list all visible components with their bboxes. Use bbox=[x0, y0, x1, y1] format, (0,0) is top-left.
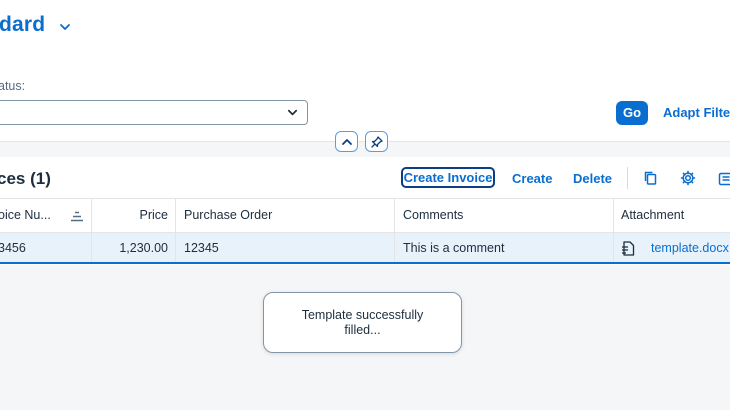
sort-icon bbox=[71, 211, 83, 222]
pin-header-button[interactable] bbox=[365, 131, 388, 152]
cell-invoice-number: 3456 bbox=[0, 241, 26, 255]
chevron-up-icon bbox=[342, 139, 352, 145]
export-icon[interactable] bbox=[718, 170, 730, 186]
cell-comments: This is a comment bbox=[403, 241, 505, 255]
toast-message: Template successfully filled... bbox=[263, 292, 462, 353]
toolbar-divider bbox=[627, 167, 628, 189]
gear-icon[interactable] bbox=[680, 170, 696, 186]
column-header-attachment[interactable]: Attachment bbox=[621, 199, 684, 233]
column-divider bbox=[175, 233, 176, 262]
column-header-invoice-number[interactable]: oice Nu... bbox=[0, 199, 51, 233]
table-title: ces (1) bbox=[0, 169, 51, 188]
column-divider bbox=[175, 199, 176, 232]
delete-button[interactable]: Delete bbox=[573, 171, 612, 186]
create-button[interactable]: Create bbox=[512, 171, 552, 186]
adapt-filters-button[interactable]: Adapt Filter bbox=[663, 105, 730, 120]
chevron-down-icon[interactable] bbox=[58, 20, 72, 34]
attachment-link[interactable]: template.docx bbox=[651, 233, 729, 263]
status-filter-label: atus: bbox=[0, 79, 26, 93]
copy-icon[interactable] bbox=[643, 170, 659, 186]
status-filter-select[interactable] bbox=[0, 100, 308, 125]
filter-header: dard atus: Go Adapt Filter bbox=[0, 0, 730, 142]
go-button[interactable]: Go bbox=[616, 101, 648, 125]
create-invoice-button[interactable]: Create Invoice bbox=[401, 167, 495, 188]
column-divider bbox=[394, 199, 395, 232]
pin-icon bbox=[371, 136, 383, 148]
document-icon bbox=[622, 241, 635, 256]
column-divider bbox=[394, 233, 395, 262]
variant-title[interactable]: dard bbox=[0, 13, 45, 37]
column-header-price[interactable]: Price bbox=[92, 199, 168, 233]
column-divider bbox=[613, 233, 614, 262]
toast-text: Template successfully filled... bbox=[301, 307, 424, 337]
table-header-row: oice Nu... Price Purchase Order Comments… bbox=[0, 198, 730, 233]
cell-price: 1,230.00 bbox=[119, 241, 168, 255]
chevron-down-icon[interactable] bbox=[286, 106, 299, 119]
collapse-header-button[interactable] bbox=[335, 131, 358, 152]
cell-purchase-order: 12345 bbox=[184, 241, 219, 255]
table-row[interactable]: 3456 1,230.00 12345 This is a comment te… bbox=[0, 233, 730, 264]
column-header-comments[interactable]: Comments bbox=[403, 199, 463, 233]
column-header-purchase-order[interactable]: Purchase Order bbox=[184, 199, 272, 233]
column-divider bbox=[613, 199, 614, 232]
invoices-table: ces (1) Create Invoice Create Delete oic… bbox=[0, 157, 730, 265]
